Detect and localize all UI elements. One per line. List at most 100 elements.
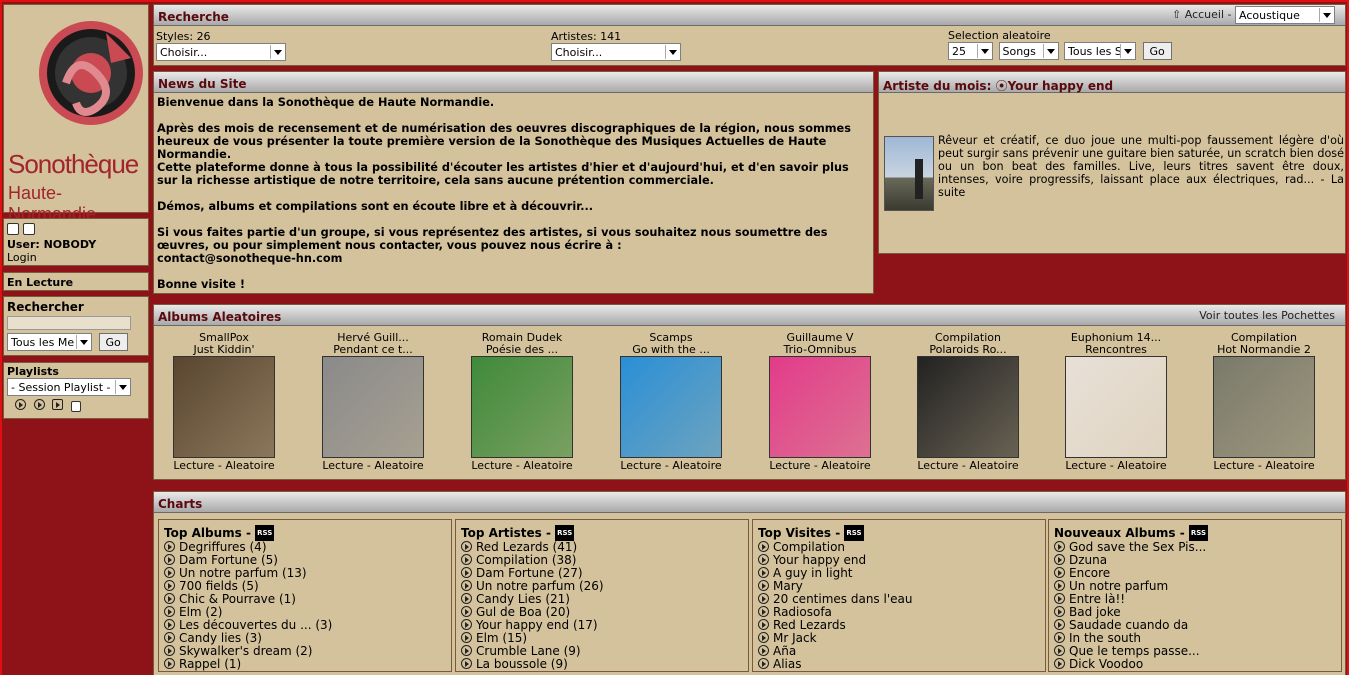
- play-icon[interactable]: [758, 567, 769, 578]
- chart-item[interactable]: Elm (2): [164, 606, 451, 619]
- play-icon[interactable]: [758, 645, 769, 656]
- album-cover[interactable]: [322, 356, 424, 458]
- album-title[interactable]: Hot Normandie 2: [1209, 344, 1319, 356]
- chart-item[interactable]: Un notre parfum (26): [461, 580, 748, 593]
- chart-item[interactable]: Bad joke: [1054, 606, 1341, 619]
- chart-item[interactable]: Aña: [758, 645, 1045, 658]
- album-aleatoire-link[interactable]: Aleatoire: [821, 459, 870, 472]
- artistes-select[interactable]: Choisir...: [551, 43, 681, 61]
- album-aleatoire-link[interactable]: Aleatoire: [1117, 459, 1166, 472]
- play-icon[interactable]: [461, 541, 472, 552]
- chart-item[interactable]: Mary: [758, 580, 1045, 593]
- chart-item[interactable]: Encore: [1054, 567, 1341, 580]
- album-aleatoire-link[interactable]: Aleatoire: [523, 459, 572, 472]
- album-cover[interactable]: [917, 356, 1019, 458]
- chart-item[interactable]: 20 centimes dans l'eau: [758, 593, 1045, 606]
- play-icon[interactable]: [1054, 580, 1065, 591]
- chart-item[interactable]: Gul de Boa (20): [461, 606, 748, 619]
- chart-item[interactable]: La boussole (9): [461, 658, 748, 671]
- page-icon[interactable]: [22, 223, 35, 235]
- chart-item[interactable]: Red Lezards (41): [461, 541, 748, 554]
- chart-item[interactable]: Que le temps passe...: [1054, 645, 1341, 658]
- play-icon[interactable]: [164, 619, 175, 630]
- search-scope-select[interactable]: Tous les Me: [7, 333, 92, 351]
- album-title[interactable]: Trio-Omnibus: [765, 344, 875, 356]
- playlist-select[interactable]: - Session Playlist -: [7, 378, 131, 396]
- play-icon[interactable]: [461, 580, 472, 591]
- genre-select[interactable]: Acoustique: [1235, 6, 1335, 24]
- album-cover[interactable]: [620, 356, 722, 458]
- play-icon[interactable]: [1054, 632, 1065, 643]
- rss-icon[interactable]: RSS: [255, 525, 275, 541]
- artiste-play-icon[interactable]: ⦿: [996, 79, 1008, 93]
- album-title[interactable]: Poésie des ...: [467, 344, 577, 356]
- album-title[interactable]: Pendant ce t...: [318, 344, 428, 356]
- album-aleatoire-link[interactable]: Aleatoire: [1265, 459, 1314, 472]
- chart-item[interactable]: Crumble Lane (9): [461, 645, 748, 658]
- chart-item[interactable]: Elm (15): [461, 632, 748, 645]
- rss-icon[interactable]: RSS: [555, 525, 575, 541]
- album-aleatoire-link[interactable]: Aleatoire: [672, 459, 721, 472]
- chart-item[interactable]: Your happy end (17): [461, 619, 748, 632]
- count-select[interactable]: 25: [948, 42, 993, 60]
- chart-item[interactable]: Degriffures (4): [164, 541, 451, 554]
- play-icon[interactable]: [164, 554, 175, 565]
- rss-icon[interactable]: RSS: [1188, 525, 1209, 541]
- chart-item[interactable]: Entre là!!: [1054, 593, 1341, 606]
- up-arrow-icon[interactable]: ⇧: [1172, 8, 1181, 21]
- styles-select[interactable]: Choisir...: [156, 43, 286, 61]
- play-icon[interactable]: [1054, 541, 1065, 552]
- chart-item[interactable]: Un notre parfum (13): [164, 567, 451, 580]
- chart-item[interactable]: Rappel (1): [164, 658, 451, 671]
- scope-select[interactable]: Tous les S: [1064, 42, 1136, 60]
- play-icon[interactable]: [1054, 606, 1065, 617]
- album-cover[interactable]: [471, 356, 573, 458]
- album-cover[interactable]: [173, 356, 275, 458]
- search-input[interactable]: [7, 316, 131, 330]
- play-icon[interactable]: [461, 606, 472, 617]
- chart-item[interactable]: Dick Voodoo: [1054, 658, 1341, 671]
- chart-item[interactable]: Compilation (38): [461, 554, 748, 567]
- play-icon[interactable]: [164, 658, 175, 669]
- play-icon[interactable]: [164, 606, 175, 617]
- play-icon[interactable]: [758, 554, 769, 565]
- album-cover[interactable]: [769, 356, 871, 458]
- play-icon[interactable]: [461, 645, 472, 656]
- chart-item[interactable]: Radiosofa: [758, 606, 1045, 619]
- play-icon[interactable]: [1054, 554, 1065, 565]
- album-lecture-link[interactable]: Lecture: [1213, 459, 1254, 472]
- chart-item[interactable]: Skywalker's dream (2): [164, 645, 451, 658]
- chart-item[interactable]: Candy lies (3): [164, 632, 451, 645]
- play-icon[interactable]: [461, 593, 472, 604]
- clear-icon[interactable]: [70, 400, 81, 412]
- fast-forward-icon[interactable]: [33, 399, 45, 410]
- type-select[interactable]: Songs: [998, 42, 1059, 60]
- play-icon[interactable]: [164, 567, 175, 578]
- album-lecture-link[interactable]: Lecture: [769, 459, 810, 472]
- album-title[interactable]: Go with the ...: [616, 344, 726, 356]
- play-icon[interactable]: [461, 619, 472, 630]
- home-icon[interactable]: [7, 223, 19, 235]
- album-lecture-link[interactable]: Lecture: [620, 459, 661, 472]
- en-lecture-label[interactable]: En Lecture: [7, 276, 73, 289]
- album-lecture-link[interactable]: Lecture: [1065, 459, 1106, 472]
- chart-item[interactable]: Chic & Pourrave (1): [164, 593, 451, 606]
- play-icon[interactable]: [1054, 658, 1065, 669]
- album-cover[interactable]: [1213, 356, 1315, 458]
- play-icon[interactable]: [758, 593, 769, 604]
- chart-item[interactable]: Les découvertes du ... (3): [164, 619, 451, 632]
- play-icon[interactable]: [758, 658, 769, 669]
- chart-item[interactable]: Candy Lies (21): [461, 593, 748, 606]
- album-cover[interactable]: [1065, 356, 1167, 458]
- album-title[interactable]: Rencontres: [1061, 344, 1171, 356]
- play-icon[interactable]: [164, 593, 175, 604]
- album-title[interactable]: Polaroids Ro...: [913, 344, 1023, 356]
- play-icon[interactable]: [461, 567, 472, 578]
- album-aleatoire-link[interactable]: Aleatoire: [969, 459, 1018, 472]
- album-lecture-link[interactable]: Lecture: [471, 459, 512, 472]
- chart-item[interactable]: Your happy end: [758, 554, 1045, 567]
- chart-item[interactable]: Dam Fortune (27): [461, 567, 748, 580]
- play-icon[interactable]: [1054, 645, 1065, 656]
- play-icon[interactable]: [758, 619, 769, 630]
- album-lecture-link[interactable]: Lecture: [917, 459, 958, 472]
